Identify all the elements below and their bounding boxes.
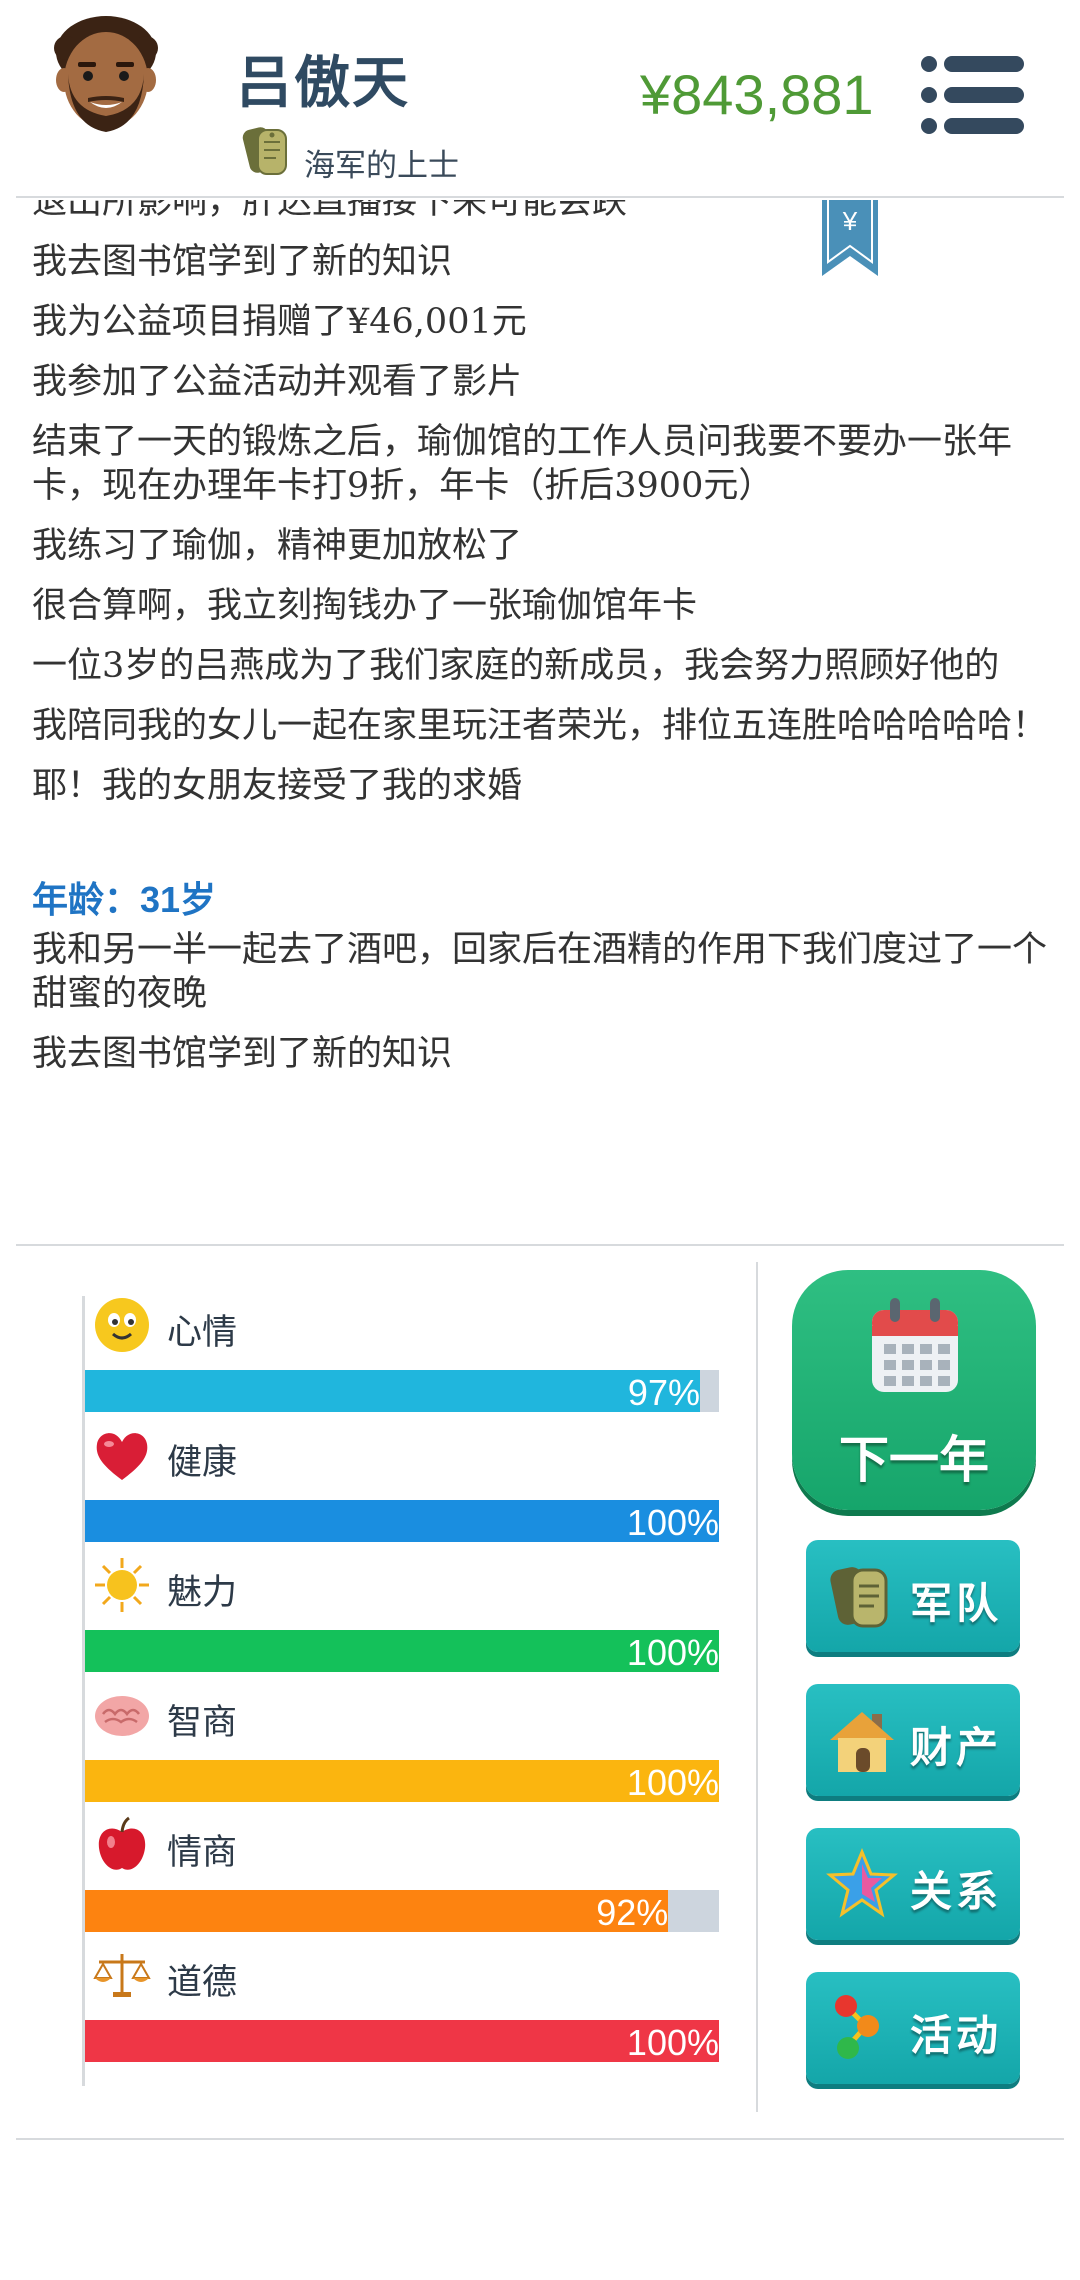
stat-bar-fill xyxy=(85,1890,669,1932)
stat-percent: 100% xyxy=(626,2022,719,2063)
log-entry: 耶！我的女朋友接受了我的求婚 xyxy=(32,766,523,806)
dog-tag-icon xyxy=(242,127,287,175)
yuan-bookmark-icon[interactable]: ¥ xyxy=(822,200,878,276)
log-entry: 很合算啊，我立刻掏钱办了一张瑜伽馆年卡 xyxy=(32,586,698,626)
stat-bar-track: 100% xyxy=(85,1760,719,1803)
assets-button[interactable]: 财产 xyxy=(806,1684,1020,1796)
log-entry: 我陪同我的女儿一起在家里玩汪者荣光，排位五连胜哈哈哈哈哈！ xyxy=(32,706,1048,746)
stat-bar-track: 100% xyxy=(85,2020,719,2063)
apple-icon xyxy=(98,1816,146,1870)
log-entry: 一位3岁的吕燕成为了我们家庭的新成员，我会努力照顾好他的 xyxy=(32,646,1000,686)
log-entry: 我和另一半一起去了酒吧，回家后在酒精的作用下我们度过了一个甜蜜的夜晚 xyxy=(32,930,1048,1014)
relations-label: 关系 xyxy=(910,1867,1003,1916)
activities-button[interactable]: 活动 xyxy=(806,1972,1020,2084)
stat-row: 情商 92% xyxy=(85,1816,725,1946)
military-button[interactable]: 军队 xyxy=(806,1540,1020,1652)
stat-row: 智商 100% xyxy=(85,1686,725,1816)
stat-percent: 92% xyxy=(596,1892,669,1933)
log-entry: 我练习了瑜伽，精神更加放松了 xyxy=(32,526,523,566)
scales-icon xyxy=(93,1954,151,1997)
stat-row: 心情 97% xyxy=(85,1296,725,1426)
stat-label: 心情 xyxy=(167,1313,238,1353)
next-year-button[interactable]: 下一年 xyxy=(792,1270,1036,1510)
stat-bar-track: 97% xyxy=(85,1370,719,1413)
stat-percent: 100% xyxy=(626,1502,719,1543)
relations-button[interactable]: 关系 xyxy=(806,1828,1020,1940)
heart-icon xyxy=(96,1433,148,1480)
stat-bar-fill xyxy=(85,2020,719,2062)
stat-label: 魅力 xyxy=(167,1573,238,1613)
stat-percent: 97% xyxy=(627,1372,700,1413)
stat-percent: 100% xyxy=(626,1632,719,1673)
military-label: 军队 xyxy=(910,1579,1003,1628)
stat-bar-fill xyxy=(85,1630,719,1672)
panel-separator xyxy=(756,1262,758,2112)
activities-label: 活动 xyxy=(910,2011,1003,2060)
assets-label: 财产 xyxy=(910,1723,1003,1772)
avatar[interactable] xyxy=(52,14,160,142)
stats-panel: 心情 97% 健康 100% 魅力 100% 智商 100% 情商 92% 道德 100% xyxy=(82,1296,725,2086)
calendar-icon xyxy=(872,1298,958,1392)
stat-label: 道德 xyxy=(167,1963,238,2003)
svg-text:¥: ¥ xyxy=(842,206,858,236)
log-entry-partial: 退出所影响，肝达直播接下来可能会跌 xyxy=(32,200,628,222)
star-icon xyxy=(826,1848,898,1918)
house-icon xyxy=(830,1712,894,1772)
smiley-icon xyxy=(95,1298,149,1352)
log-entry: 我为公益项目捐赠了¥46,001元 xyxy=(32,302,527,342)
header-divider xyxy=(16,196,1064,198)
stat-label: 情商 xyxy=(167,1833,238,1873)
activity-dots-icon xyxy=(835,1995,879,2059)
stat-bar-track: 100% xyxy=(85,1500,719,1543)
log-entry: 结束了一天的锻炼之后，瑜伽馆的工作人员问我要不要办一张年卡，现在办理年卡打9折，… xyxy=(32,422,1013,506)
stat-bar-fill xyxy=(85,1500,719,1542)
dog-tag-icon xyxy=(830,1567,888,1628)
stat-bar-track: 100% xyxy=(85,1630,719,1673)
log-entry: 我去图书馆学到了新的知识 xyxy=(32,1034,453,1074)
stat-label: 健康 xyxy=(167,1443,238,1483)
player-name: 吕傲天 xyxy=(236,50,410,116)
event-log[interactable]: 退出所影响，肝达直播接下来可能会跌 我去图书馆学到了新的知识我为公益项目捐赠了¥… xyxy=(0,200,1080,1240)
next-year-label: 下一年 xyxy=(839,1431,989,1489)
stat-label: 智商 xyxy=(167,1703,238,1743)
stat-percent: 100% xyxy=(626,1762,719,1803)
stat-bar-fill xyxy=(85,1370,700,1412)
stat-bar-track: 92% xyxy=(85,1890,719,1933)
section-divider xyxy=(16,1244,1064,1246)
log-entry: 我去图书馆学到了新的知识 xyxy=(32,242,453,282)
age-heading: 年龄：31岁 xyxy=(32,879,217,920)
menu-icon[interactable] xyxy=(920,54,1026,136)
stat-row: 道德 100% xyxy=(85,1946,725,2076)
brain-icon xyxy=(95,1696,149,1736)
log-entry: 我参加了公益活动并观看了影片 xyxy=(32,362,523,402)
header: 吕傲天 海军的上士 ¥843,881 xyxy=(0,0,1080,196)
stat-row: 健康 100% xyxy=(85,1426,725,1556)
bottom-divider xyxy=(16,2138,1064,2140)
rank-title: 海军的上士 xyxy=(304,148,459,184)
money-balance: ¥843,881 xyxy=(640,63,874,126)
sun-icon xyxy=(95,1558,149,1612)
stat-row: 魅力 100% xyxy=(85,1556,725,1686)
stat-bar-fill xyxy=(85,1760,719,1802)
